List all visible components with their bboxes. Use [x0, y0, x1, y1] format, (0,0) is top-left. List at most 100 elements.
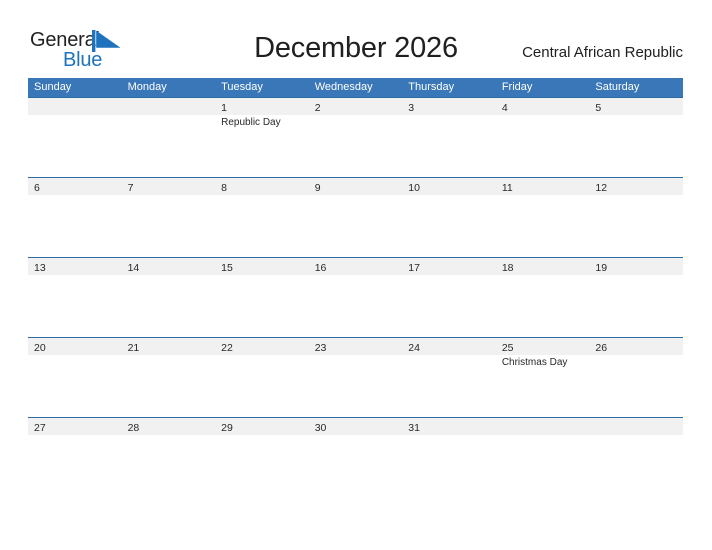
day-cell[interactable]: 17 [402, 258, 496, 275]
week-event-band: Christmas Day [28, 355, 683, 417]
day-cell[interactable]: 19 [589, 258, 683, 275]
day-cell[interactable]: 11 [496, 178, 590, 195]
calendar-week-row: 1 2 3 4 5 Republic Day [28, 97, 683, 177]
day-events[interactable] [496, 435, 590, 497]
event-label [221, 435, 309, 436]
day-events[interactable] [28, 275, 122, 337]
day-cell[interactable]: 29 [215, 418, 309, 435]
day-cell[interactable]: 1 [215, 98, 309, 115]
day-number: 21 [127, 342, 140, 354]
day-events[interactable] [402, 275, 496, 337]
day-cell[interactable]: 28 [122, 418, 216, 435]
event-label [221, 195, 309, 196]
day-events[interactable] [309, 195, 403, 257]
day-cell[interactable]: 13 [28, 258, 122, 275]
day-events[interactable] [589, 435, 683, 497]
day-events[interactable] [122, 195, 216, 257]
day-events[interactable] [215, 195, 309, 257]
day-cell[interactable]: 30 [309, 418, 403, 435]
day-cell[interactable]: 15 [215, 258, 309, 275]
day-events[interactable] [589, 355, 683, 417]
day-cell[interactable]: 24 [402, 338, 496, 355]
event-label [595, 115, 683, 116]
day-cell[interactable]: 25 [496, 338, 590, 355]
day-cell[interactable]: 16 [309, 258, 403, 275]
day-events[interactable] [402, 355, 496, 417]
day-events[interactable]: Republic Day [215, 115, 309, 177]
calendar-week-row: 6 7 8 9 10 11 12 [28, 177, 683, 257]
day-cell[interactable]: 26 [589, 338, 683, 355]
day-cell[interactable]: 18 [496, 258, 590, 275]
day-number: 11 [501, 182, 513, 194]
calendar-table: Sunday Monday Tuesday Wednesday Thursday… [28, 78, 683, 497]
day-cell[interactable]: 4 [496, 98, 590, 115]
day-cell[interactable] [589, 418, 683, 435]
day-events[interactable] [122, 435, 216, 497]
event-label [408, 195, 496, 196]
day-events[interactable] [122, 355, 216, 417]
day-cell[interactable]: 9 [309, 178, 403, 195]
day-events[interactable]: Christmas Day [496, 355, 590, 417]
day-cell[interactable]: 14 [122, 258, 216, 275]
day-number: 5 [595, 102, 602, 114]
event-label [34, 195, 122, 196]
day-cell[interactable]: 12 [589, 178, 683, 195]
day-events[interactable] [215, 435, 309, 497]
day-cell[interactable]: 3 [402, 98, 496, 115]
day-cell[interactable]: 5 [589, 98, 683, 115]
day-events[interactable] [496, 195, 590, 257]
day-events[interactable] [309, 115, 403, 177]
event-label [315, 115, 403, 116]
day-events[interactable] [309, 355, 403, 417]
day-cell[interactable]: 6 [28, 178, 122, 195]
day-events[interactable] [496, 275, 590, 337]
day-events[interactable] [215, 275, 309, 337]
day-events[interactable] [309, 275, 403, 337]
day-events[interactable] [28, 355, 122, 417]
day-number: 4 [501, 102, 508, 114]
day-cell[interactable] [496, 418, 590, 435]
day-events[interactable] [309, 435, 403, 497]
calendar-week-row: 20 21 22 23 24 25 26 Christmas Day [28, 337, 683, 417]
day-events[interactable] [496, 115, 590, 177]
day-cell[interactable]: 21 [122, 338, 216, 355]
day-events[interactable] [402, 435, 496, 497]
day-number: 7 [127, 182, 134, 194]
day-cell[interactable] [122, 98, 216, 115]
day-cell[interactable]: 20 [28, 338, 122, 355]
day-events[interactable] [28, 435, 122, 497]
event-label [128, 355, 216, 356]
day-cell[interactable]: 10 [402, 178, 496, 195]
day-cell[interactable]: 7 [122, 178, 216, 195]
event-label [128, 115, 216, 116]
day-number: 20 [34, 342, 46, 354]
event-label [34, 435, 122, 436]
day-number: 27 [34, 422, 46, 434]
day-cell[interactable]: 27 [28, 418, 122, 435]
week-event-band: Republic Day [28, 115, 683, 177]
day-number: 17 [408, 262, 420, 274]
event-label [315, 355, 403, 356]
day-cell[interactable]: 23 [309, 338, 403, 355]
day-events[interactable] [589, 195, 683, 257]
day-events[interactable] [589, 275, 683, 337]
day-cell[interactable]: 8 [215, 178, 309, 195]
day-events[interactable] [402, 195, 496, 257]
day-events[interactable] [215, 355, 309, 417]
day-events[interactable] [28, 195, 122, 257]
day-cell[interactable] [28, 98, 122, 115]
day-events[interactable] [122, 115, 216, 177]
weekday-header-saturday: Saturday [595, 81, 640, 93]
day-cell[interactable]: 2 [309, 98, 403, 115]
weekday-header-thursday: Thursday [408, 81, 455, 93]
day-cell[interactable]: 31 [402, 418, 496, 435]
event-label [128, 435, 216, 436]
day-events[interactable] [589, 115, 683, 177]
day-number: 14 [127, 262, 140, 274]
day-events[interactable] [402, 115, 496, 177]
day-cell[interactable]: 22 [215, 338, 309, 355]
week-date-band: 13 14 15 16 17 18 19 [28, 258, 683, 275]
day-events[interactable] [122, 275, 216, 337]
day-events[interactable] [28, 115, 122, 177]
event-label [34, 355, 122, 356]
